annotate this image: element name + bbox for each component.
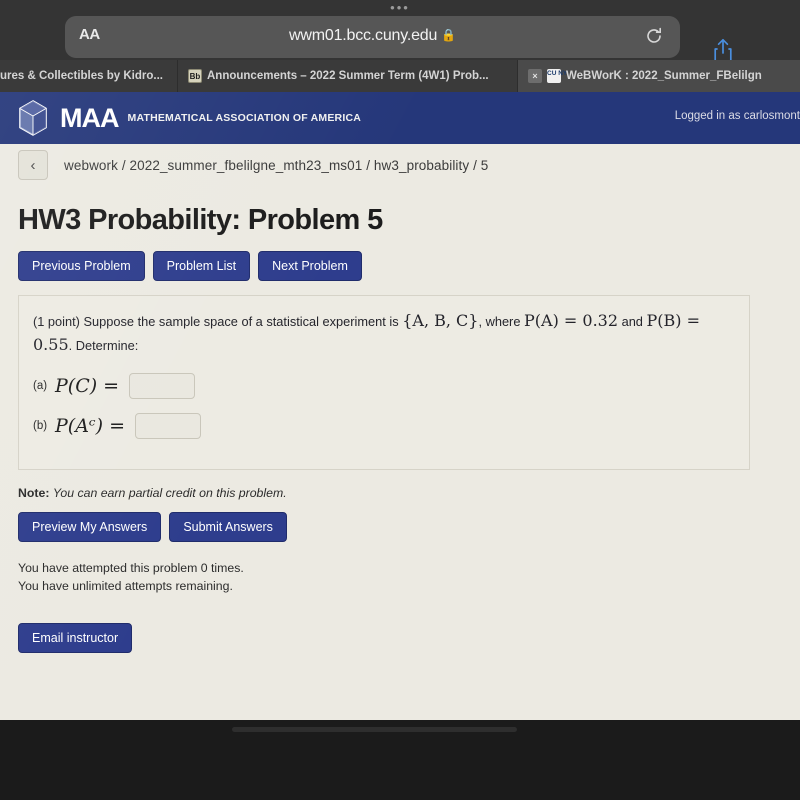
- answer-expr-b: P(Aᶜ) =: [55, 415, 125, 437]
- close-icon[interactable]: ×: [528, 69, 542, 83]
- previous-problem-button[interactable]: Previous Problem: [18, 251, 145, 281]
- tab-title: ures & Collectibles by Kidro...: [0, 70, 163, 82]
- attempt-count-line: You have attempted this problem 0 times.: [18, 561, 244, 575]
- browser-tab[interactable]: Bb Announcements – 2022 Summer Term (4W1…: [178, 60, 518, 92]
- probability-a-expr: P(A) = 0.32: [524, 311, 619, 330]
- multitask-dots-icon[interactable]: •••: [0, 1, 800, 14]
- answer-expr-a: P(C) =: [55, 375, 120, 397]
- next-problem-button[interactable]: Next Problem: [258, 251, 362, 281]
- note-text: You can earn partial credit on this prob…: [52, 486, 287, 500]
- address-bar[interactable]: AA wwm01.bcc.cuny.edu 🔒: [65, 16, 680, 58]
- blackboard-favicon-icon: Bb: [188, 69, 202, 83]
- answer-input-a[interactable]: [129, 373, 196, 399]
- problem-lead: Suppose the sample space of a statistica…: [83, 314, 399, 329]
- email-instructor-button[interactable]: Email instructor: [18, 622, 133, 653]
- answer-label-b: (b): [33, 420, 48, 432]
- maa-logo-icon: [14, 99, 52, 137]
- problem-and: and: [621, 314, 643, 329]
- webpage-viewport: MAA MATHEMATICAL ASSOCIATION OF AMERICA …: [0, 92, 800, 720]
- breadcrumb-bar: ‹ webwork / 2022_summer_fbelilgne_mth23_…: [0, 144, 800, 186]
- attempts-remaining-line: You have unlimited attempts remaining.: [18, 579, 233, 594]
- email-instructor-row: Email instructor: [18, 622, 800, 653]
- breadcrumb[interactable]: webwork / 2022_summer_fbelilgne_mth23_ms…: [64, 158, 488, 173]
- problem-nav-buttons: Previous Problem Problem List Next Probl…: [18, 251, 800, 281]
- answer-row: (b) P(Aᶜ) =: [33, 413, 735, 439]
- page-title: HW3 Probability: Problem 5: [18, 204, 383, 236]
- problem-statement: (1 point) Suppose the sample space of a …: [33, 309, 735, 357]
- tab-title: Announcements – 2022 Summer Term (4W1) P…: [207, 70, 489, 82]
- site-header: MAA MATHEMATICAL ASSOCIATION OF AMERICA …: [0, 92, 800, 144]
- tab-bar: ures & Collectibles by Kidro... Bb Annou…: [0, 60, 800, 92]
- brand-subtitle: MATHEMATICAL ASSOCIATION OF AMERICA: [127, 112, 362, 124]
- note-label: Note:: [18, 486, 50, 500]
- device-bezel: [0, 720, 800, 800]
- problem-panel: (1 point) Suppose the sample space of a …: [18, 295, 750, 470]
- home-indicator[interactable]: [232, 727, 517, 732]
- browser-chrome: ••• AA wwm01.bcc.cuny.edu 🔒 ures & Colle…: [0, 0, 800, 92]
- ipad-screen: ••• AA wwm01.bcc.cuny.edu 🔒 ures & Colle…: [0, 0, 800, 800]
- sample-space-expr: {A, B, C}: [402, 311, 479, 330]
- url-text: wwm01.bcc.cuny.edu 🔒: [289, 27, 456, 44]
- answer-input-b[interactable]: [135, 413, 201, 439]
- back-button[interactable]: ‹: [18, 150, 48, 180]
- lock-icon: 🔒: [441, 28, 456, 42]
- problem-determine: . Determine:: [68, 338, 139, 353]
- attempt-status: You have attempted this problem 0 times.…: [18, 559, 800, 596]
- tab-title: WeBWorK : 2022_Summer_FBelilgn: [566, 70, 762, 82]
- answer-action-buttons: Preview My Answers Submit Answers: [18, 512, 800, 542]
- brand-name: MAA: [60, 102, 119, 133]
- cuny-favicon-icon: CU NY: [547, 69, 567, 83]
- problem-points: (1 point): [33, 314, 80, 329]
- problem-where: , where: [478, 314, 521, 329]
- reload-icon[interactable]: [644, 26, 664, 46]
- browser-tab[interactable]: ures & Collectibles by Kidro...: [0, 60, 178, 92]
- preview-answers-button[interactable]: Preview My Answers: [18, 512, 162, 542]
- answer-label-a: (a): [33, 380, 48, 392]
- problem-list-button[interactable]: Problem List: [152, 251, 251, 281]
- url-bar-row: AA wwm01.bcc.cuny.edu 🔒: [0, 16, 800, 63]
- submit-answers-button[interactable]: Submit Answers: [169, 512, 287, 542]
- logged-in-user: Logged in as carlosmont: [674, 110, 800, 122]
- partial-credit-note: Note: You can earn partial credit on thi…: [18, 486, 800, 500]
- answer-list: (a) P(C) = (b) P(Aᶜ) =: [33, 373, 735, 439]
- answer-row: (a) P(C) =: [33, 373, 735, 399]
- browser-tab-active[interactable]: × CU NY WeBWorK : 2022_Summer_FBelilgn: [518, 60, 800, 92]
